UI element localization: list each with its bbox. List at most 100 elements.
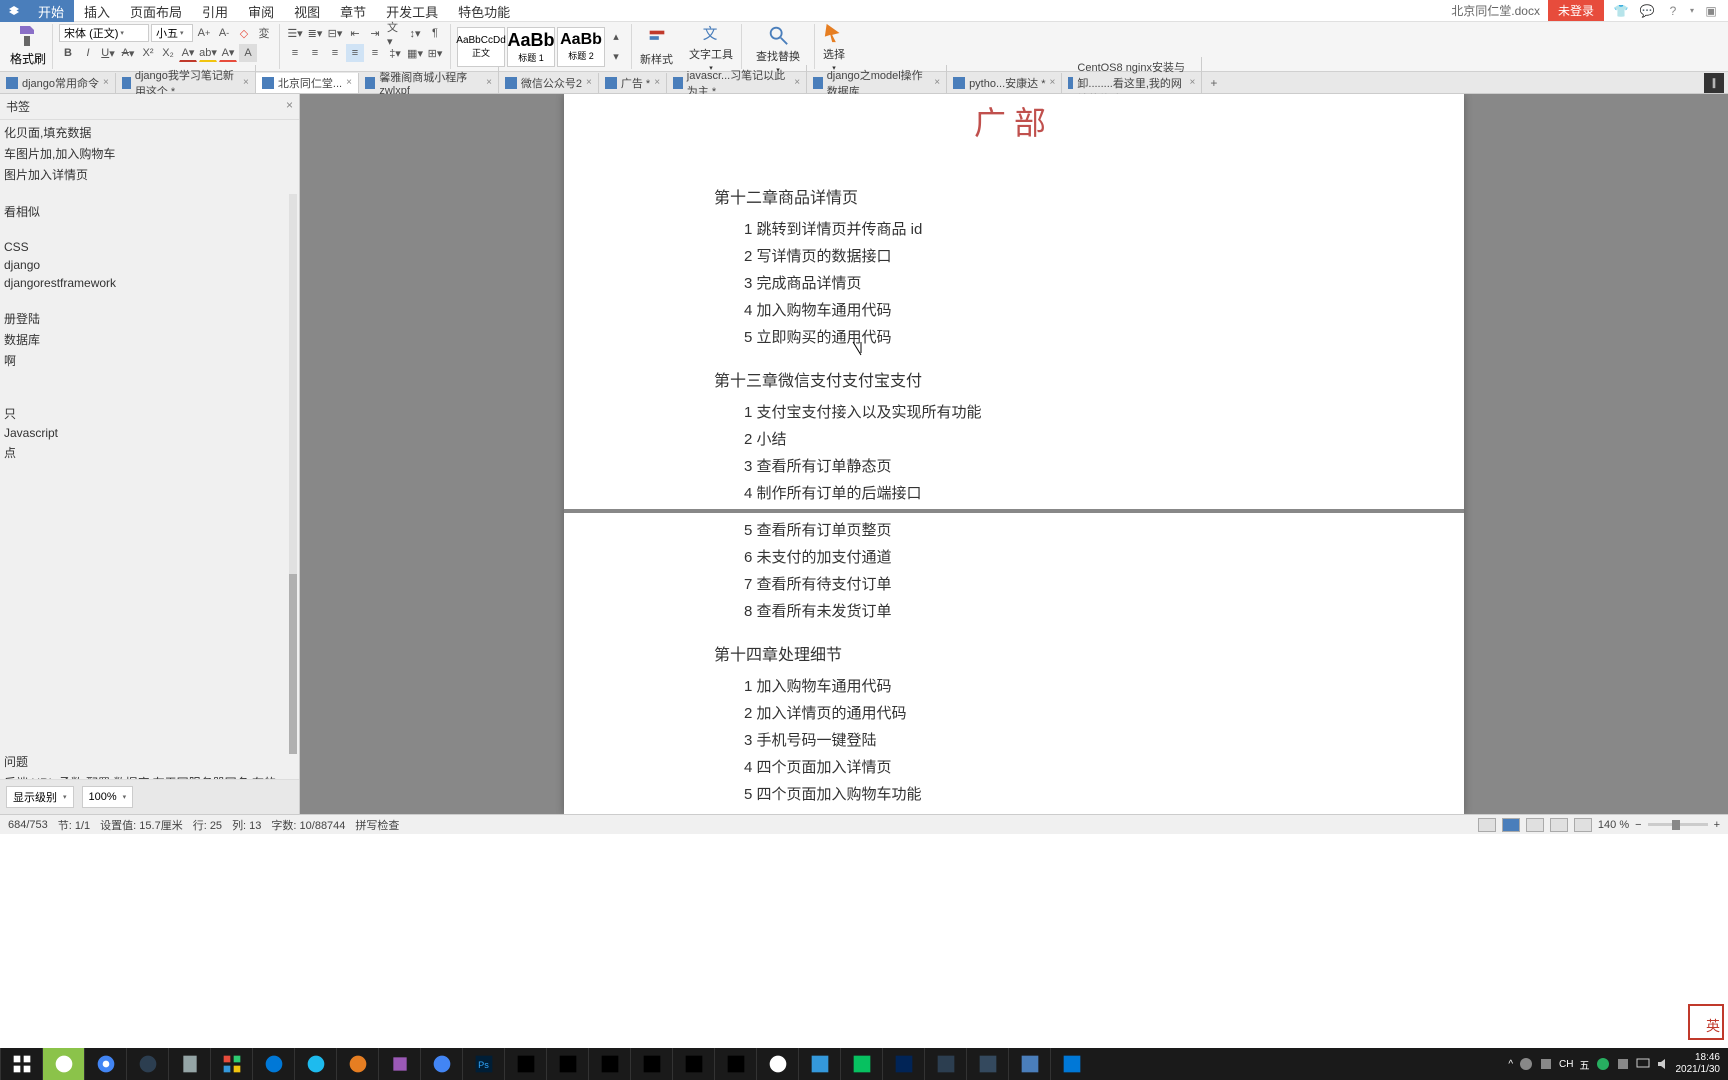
task-chrome2[interactable]	[420, 1048, 462, 1080]
feedback-icon[interactable]: 💬	[1638, 2, 1656, 20]
task-browser[interactable]	[42, 1048, 84, 1080]
menu-layout[interactable]: 页面布局	[120, 0, 192, 22]
status-spell[interactable]: 拼写检查	[355, 817, 399, 833]
nav-scrollthumb[interactable]	[289, 574, 297, 754]
status-chars[interactable]: 字数: 10/88744	[271, 817, 345, 833]
multilevel-list[interactable]: ⊟▾	[326, 24, 344, 42]
task-chrome[interactable]	[84, 1048, 126, 1080]
highlight[interactable]: ab▾	[199, 44, 217, 62]
close-icon[interactable]: ×	[243, 77, 249, 88]
nav-close-icon[interactable]: ×	[286, 98, 293, 115]
underline[interactable]: U▾	[99, 44, 117, 62]
char-shading[interactable]: A	[239, 44, 257, 62]
clear-format[interactable]: ◇	[235, 24, 253, 42]
decrease-font[interactable]: A-	[215, 24, 233, 42]
tray-monitor-icon[interactable]	[1636, 1057, 1650, 1071]
zoom-slider[interactable]	[1648, 823, 1708, 826]
font-color[interactable]: A▾	[179, 44, 197, 62]
nav-item[interactable]: django	[0, 256, 299, 274]
nav-item[interactable]: 看相似	[0, 201, 299, 222]
task-ie[interactable]	[294, 1048, 336, 1080]
nav-item[interactable]: 啊	[0, 350, 299, 371]
view-outline[interactable]	[1526, 818, 1544, 832]
increase-indent[interactable]: ⇥	[366, 24, 384, 42]
task-cmd1[interactable]	[504, 1048, 546, 1080]
login-button[interactable]: 未登录	[1548, 0, 1604, 21]
nav-item[interactable]: 后端 URL,函数,配置,数据库,有无同服务器同名,有的话,要改名	[0, 772, 299, 779]
decrease-indent[interactable]: ⇤	[346, 24, 364, 42]
task-cmd6[interactable]	[714, 1048, 756, 1080]
shading[interactable]: ▦▾	[406, 44, 424, 62]
help-icon[interactable]: ?	[1664, 2, 1682, 20]
font-name-select[interactable]: 宋体 (正文)▾	[59, 24, 149, 42]
align-left[interactable]: ≡	[286, 44, 304, 62]
collapse-ribbon[interactable]: ∥	[1704, 73, 1724, 93]
nav-item[interactable]: 册登陆	[0, 308, 299, 329]
ime-badge[interactable]: 英	[1688, 1004, 1724, 1040]
style-h1[interactable]: AaBb标题 1	[507, 27, 555, 67]
close-icon[interactable]: ×	[794, 77, 800, 88]
menu-insert[interactable]: 插入	[74, 0, 120, 22]
clock[interactable]: 18:462021/1/30	[1676, 1052, 1721, 1076]
tray-app2-icon[interactable]	[1616, 1057, 1630, 1071]
task-pwsh[interactable]	[882, 1048, 924, 1080]
doc-tab[interactable]: 微信公众号2×	[499, 73, 599, 93]
task-video[interactable]	[1050, 1048, 1092, 1080]
task-wps[interactable]	[1008, 1048, 1050, 1080]
style-normal[interactable]: AaBbCcDd正文	[457, 27, 505, 67]
new-style[interactable]: 新样式	[632, 27, 681, 67]
increase-font[interactable]: A+	[195, 24, 213, 42]
close-icon[interactable]: ×	[586, 77, 592, 88]
tray-ime[interactable]: CH	[1559, 1059, 1573, 1070]
skin-icon[interactable]: 👕	[1612, 2, 1630, 20]
start-button[interactable]	[0, 1048, 42, 1080]
nav-item[interactable]: 图片加入详情页	[0, 164, 299, 185]
text-direction[interactable]: 文▾	[386, 24, 404, 42]
superscript[interactable]: X²	[139, 44, 157, 62]
style-h2[interactable]: AaBb标题 2	[557, 27, 605, 67]
tray-icon2[interactable]	[1539, 1057, 1553, 1071]
doc-tab[interactable]: pytho...安康达 *×	[947, 73, 1062, 93]
restore-icon[interactable]: ▣	[1702, 2, 1720, 20]
italic[interactable]: I	[79, 44, 97, 62]
nav-item[interactable]: 问题	[0, 751, 299, 772]
nav-item[interactable]: Javascript	[0, 424, 299, 442]
nav-zoom-select[interactable]: 100%▾	[82, 786, 134, 808]
tray-app-icon[interactable]	[1596, 1057, 1610, 1071]
menu-start[interactable]: 开始	[28, 0, 74, 22]
doc-area[interactable]: 广部 第十二章商品详情页1 跳转到详情页并传商品 id2 写详情页的数据接口3 …	[300, 94, 1728, 814]
view-fullscreen[interactable]	[1574, 818, 1592, 832]
tray-kb[interactable]: 五	[1580, 1057, 1590, 1072]
status-page[interactable]: 684/753	[8, 819, 48, 831]
nav-item[interactable]: 车图片加,加入购物车	[0, 143, 299, 164]
nav-item[interactable]: 只	[0, 403, 299, 424]
close-icon[interactable]: ×	[934, 77, 940, 88]
strikethrough[interactable]: A▾	[119, 44, 137, 62]
menu-view[interactable]: 视图	[284, 0, 330, 22]
menu-reference[interactable]: 引用	[192, 0, 238, 22]
subscript[interactable]: X₂	[159, 44, 177, 62]
tray-volume-icon[interactable]	[1656, 1057, 1670, 1071]
align-dist[interactable]: ≡	[366, 44, 384, 62]
task-app3[interactable]	[378, 1048, 420, 1080]
nav-scrollbar[interactable]	[289, 194, 297, 754]
font-size-select[interactable]: 小五▾	[151, 24, 193, 42]
menu-features[interactable]: 特色功能	[448, 0, 520, 22]
task-edge[interactable]	[252, 1048, 294, 1080]
format-brush[interactable]: 格式刷	[10, 24, 46, 67]
close-icon[interactable]: ×	[654, 77, 660, 88]
nav-content[interactable]: 化贝面,填充数据车图片加,加入购物车图片加入详情页看相似CSSdjangodja…	[0, 120, 299, 779]
nav-item[interactable]: 点	[0, 442, 299, 463]
task-wechat[interactable]	[840, 1048, 882, 1080]
style-down[interactable]: ▾	[607, 48, 625, 66]
add-tab[interactable]: +	[1202, 74, 1225, 92]
task-cmd5[interactable]	[672, 1048, 714, 1080]
nav-level-select[interactable]: 显示级别▾	[6, 786, 74, 808]
align-justify[interactable]: ≡	[346, 44, 364, 62]
nav-item[interactable]: 化贝面,填充数据	[0, 122, 299, 143]
view-read[interactable]	[1502, 818, 1520, 832]
nav-item[interactable]: djangorestframework	[0, 274, 299, 292]
style-up[interactable]: ▴	[607, 28, 625, 46]
close-icon[interactable]: ×	[1049, 77, 1055, 88]
number-list[interactable]: ≣▾	[306, 24, 324, 42]
